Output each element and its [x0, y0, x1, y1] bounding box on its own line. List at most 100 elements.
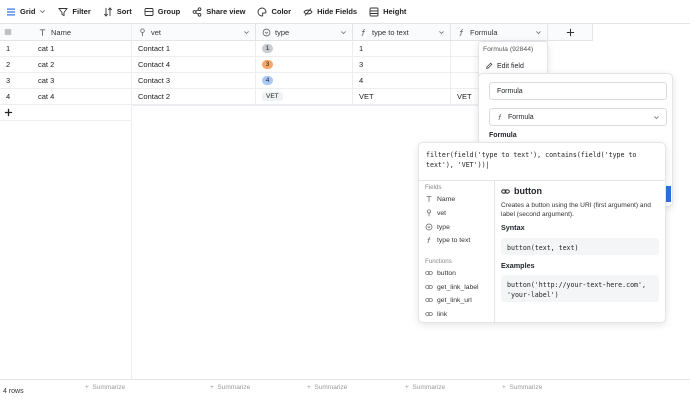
formula-expression-input[interactable]: filter(field('type to text'), contains(f…	[426, 150, 662, 170]
cell-name[interactable]: cat 4	[32, 89, 132, 105]
field-item-vet[interactable]: vet	[425, 209, 446, 217]
summarize-button[interactable]: + Summarize	[502, 384, 542, 391]
field-type-value: Formula	[508, 113, 534, 121]
column-header-type-to-text[interactable]: type to text	[353, 24, 451, 41]
view-toolbar: Grid Filter Sort Group Share view Color …	[0, 0, 690, 24]
share-view-button[interactable]: Share view	[192, 6, 246, 17]
column-header-vet[interactable]: vet	[132, 24, 256, 41]
formula-icon	[498, 113, 502, 121]
row-height-icon	[369, 7, 379, 16]
formula-icon	[457, 28, 466, 37]
doc-title: button	[501, 186, 542, 196]
column-header-label: type to text	[372, 27, 409, 37]
cell-type-to-text[interactable]: 1	[353, 41, 451, 57]
field-type-select[interactable]: Formula	[489, 108, 667, 126]
field-name-input[interactable]: Formula	[489, 82, 667, 100]
sort-button[interactable]: Sort	[103, 6, 132, 17]
formula-editor-popup: filter(field('type to text'), contains(f…	[418, 142, 666, 323]
cell-type[interactable]: 4	[256, 73, 353, 89]
column-divider	[131, 24, 132, 379]
group-label: Group	[157, 7, 181, 16]
plus-icon	[566, 28, 574, 36]
column-header-label: Name	[51, 27, 72, 37]
function-item-get-link-label[interactable]: get_link_label	[425, 283, 479, 291]
chevron-down-icon[interactable]	[535, 29, 542, 36]
cell-vet[interactable]: Contact 3	[132, 73, 256, 89]
column-header-name[interactable]: Name	[32, 24, 132, 41]
field-menu-title: Formula (92844)	[483, 46, 534, 53]
share-view-label: Share view	[206, 7, 246, 16]
add-row-button[interactable]	[0, 105, 132, 121]
share-icon	[192, 6, 202, 17]
sort-icon	[103, 6, 112, 17]
cell-vet[interactable]: Contact 1	[132, 41, 256, 57]
cell-name[interactable]: cat 3	[32, 73, 132, 89]
cell-name[interactable]: cat 1	[32, 41, 132, 57]
field-item-type[interactable]: type	[425, 223, 450, 231]
cell-name[interactable]: cat 2	[32, 57, 132, 73]
row-select-icon[interactable]	[4, 28, 12, 36]
summarize-button[interactable]: + Summarize	[307, 384, 347, 391]
single-select-icon	[425, 223, 433, 231]
chevron-down-icon	[40, 10, 46, 14]
cell-type[interactable]: VET	[256, 89, 353, 105]
hide-fields-label: Hide Fields	[317, 7, 358, 16]
chevron-down-icon[interactable]	[243, 29, 250, 36]
example-code: button('http://your-text-here.com', 'you…	[501, 275, 659, 302]
cell-type[interactable]: 3	[256, 57, 353, 73]
grid-footer: 4 rows	[0, 379, 690, 403]
field-item-type-to-text[interactable]: type to text	[425, 236, 470, 244]
formula-icon	[359, 28, 368, 37]
palette-icon	[258, 7, 267, 16]
row-number: 2	[0, 57, 32, 73]
edit-field-item[interactable]: Edit field	[485, 62, 524, 70]
column-header-label: vet	[151, 27, 162, 37]
column-header-formula[interactable]: Formula	[451, 24, 548, 41]
single-select-icon	[262, 28, 271, 37]
function-item-link[interactable]: link	[425, 310, 447, 318]
group-icon	[144, 7, 154, 16]
cell-type-to-text[interactable]: VET	[353, 89, 451, 105]
summarize-button[interactable]: + Summarize	[210, 384, 250, 391]
link-chain-icon	[425, 298, 433, 302]
examples-heading: Examples	[501, 261, 535, 270]
cell-vet[interactable]: Contact 2	[132, 89, 256, 105]
cell-type-to-text[interactable]: 4	[353, 73, 451, 89]
link-chain-icon	[425, 285, 433, 289]
link-chain-icon	[501, 188, 510, 194]
function-item-get-link-url[interactable]: get_link_url	[425, 296, 472, 304]
group-button[interactable]: Group	[144, 7, 181, 17]
formula-icon	[427, 236, 431, 244]
link-chain-icon	[425, 312, 433, 316]
hide-fields-button[interactable]: Hide Fields	[303, 7, 357, 17]
function-item-button[interactable]: button	[425, 269, 456, 277]
grid-view-button[interactable]: Grid	[6, 7, 46, 17]
add-column-button[interactable]	[548, 24, 593, 41]
eye-off-icon	[303, 7, 313, 16]
sort-label: Sort	[116, 7, 132, 16]
syntax-code: button(text, text)	[501, 238, 659, 255]
function-docs-panel: button Creates a button using the URI (f…	[495, 181, 665, 323]
filter-button[interactable]: Filter	[58, 7, 91, 17]
cell-vet[interactable]: Contact 4	[132, 57, 256, 73]
grid-icon	[7, 8, 15, 15]
row-height-button[interactable]: Height	[369, 7, 406, 17]
cell-type[interactable]: 1	[256, 41, 353, 57]
column-header-label: Formula	[470, 27, 498, 37]
cell-type-to-text[interactable]: 3	[353, 57, 451, 73]
row-count: 4 rows	[3, 388, 24, 395]
text-icon	[38, 28, 47, 37]
row-height-label: Height	[383, 7, 407, 16]
chevron-down-icon[interactable]	[438, 29, 445, 36]
color-button[interactable]: Color	[257, 7, 291, 17]
summarize-button[interactable]: + Summarize	[405, 384, 445, 391]
field-item-name[interactable]: Name	[425, 195, 455, 203]
grid-view-label: Grid	[20, 7, 36, 16]
link-icon	[427, 209, 431, 217]
type-badge: 1	[262, 44, 273, 53]
summarize-button[interactable]: + Summarize	[85, 384, 125, 391]
column-header-type[interactable]: type	[256, 24, 353, 41]
type-badge: 3	[262, 60, 273, 69]
color-label: Color	[271, 7, 292, 16]
chevron-down-icon[interactable]	[340, 29, 347, 36]
